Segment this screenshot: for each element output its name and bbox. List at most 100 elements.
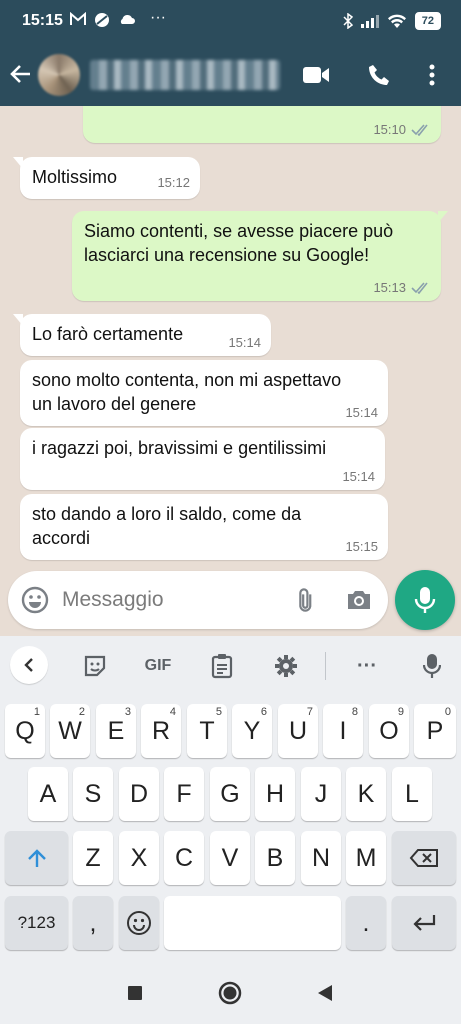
video-call-icon [303, 67, 329, 83]
key-hint: 3 [124, 706, 131, 718]
microphone-icon [423, 654, 441, 678]
key-k[interactable]: K [346, 767, 386, 821]
shift-arrow-icon [27, 849, 46, 867]
attach-button[interactable] [291, 585, 321, 615]
voice-input-button[interactable] [418, 646, 446, 686]
gear-icon [275, 655, 297, 677]
key-hint: 2 [78, 706, 85, 718]
key-u[interactable]: U7 [278, 704, 318, 758]
key-n[interactable]: N [301, 831, 341, 885]
message-time: 15:14 [228, 335, 261, 350]
message-time: 15:13 [373, 280, 406, 295]
key-z[interactable]: Z [73, 831, 113, 885]
message-time: 15:10 [373, 122, 406, 137]
key-w[interactable]: W2 [50, 704, 90, 758]
key-p[interactable]: P0 [414, 704, 456, 758]
key-t[interactable]: T5 [187, 704, 227, 758]
contact-name[interactable] [90, 60, 280, 90]
keyboard-settings-button[interactable] [271, 646, 301, 686]
key-q[interactable]: Q1 [5, 704, 45, 758]
camera-button[interactable] [344, 585, 374, 615]
message-list[interactable]: 15:10 Moltissimo 15:12 Siamo contenti, s… [0, 106, 461, 636]
video-call-button[interactable] [298, 58, 334, 92]
voice-record-button[interactable] [395, 570, 455, 630]
key-r[interactable]: R4 [141, 704, 181, 758]
key-label: E [107, 716, 125, 745]
message-meta: 15:14 [342, 470, 375, 484]
message-incoming[interactable]: sto dando a loro il saldo, come da accor… [20, 494, 388, 560]
key-f[interactable]: F [164, 767, 204, 821]
overflow-menu-button[interactable] [414, 58, 450, 92]
message-text: i ragazzi poi, bravissimi e gentilissimi [32, 438, 327, 458]
key-l[interactable]: L [392, 767, 432, 821]
enter-key[interactable] [392, 896, 456, 950]
emoji-key[interactable] [119, 896, 159, 950]
message-meta: 15:12 [157, 176, 190, 190]
clipboard-icon [211, 654, 233, 679]
key-s[interactable]: S [73, 767, 113, 821]
backspace-key[interactable] [392, 831, 456, 885]
signal-icon [360, 15, 379, 28]
sticker-button[interactable] [80, 646, 110, 686]
symbols-key[interactable]: ?123 [5, 896, 68, 950]
chat-header [0, 44, 461, 106]
message-incoming[interactable]: sono molto contenta, non mi aspettavo un… [20, 360, 388, 426]
key-hint: 6 [260, 706, 267, 718]
voice-call-button[interactable] [361, 58, 397, 92]
key-i[interactable]: I8 [323, 704, 363, 758]
key-label: I [339, 716, 347, 745]
period-key[interactable]: . [346, 896, 386, 950]
message-meta: 15:13 [373, 281, 431, 295]
key-label: O [379, 716, 399, 745]
back-button[interactable] [8, 58, 36, 90]
key-j[interactable]: J [301, 767, 341, 821]
battery-indicator: 72 [414, 12, 441, 30]
key-a[interactable]: A [28, 767, 68, 821]
message-outgoing[interactable]: Siamo contenti, se avesse piacere può la… [72, 211, 448, 301]
back-nav-button[interactable] [310, 978, 340, 1008]
bubble-tail [13, 157, 23, 169]
contact-avatar[interactable] [38, 54, 80, 96]
comma-key[interactable]: , [73, 896, 113, 950]
read-ticks-icon [411, 282, 428, 294]
chevron-left-icon [24, 658, 33, 672]
key-b[interactable]: B [255, 831, 295, 885]
message-outgoing[interactable]: 15:10 [83, 106, 441, 143]
key-y[interactable]: Y6 [232, 704, 272, 758]
key-e[interactable]: E3 [96, 704, 136, 758]
emoji-icon [127, 911, 151, 935]
key-c[interactable]: C [164, 831, 204, 885]
recents-button[interactable] [120, 978, 150, 1008]
spacebar[interactable] [164, 896, 341, 950]
key-v[interactable]: V [210, 831, 250, 885]
app-icon [95, 13, 109, 27]
key-hint: 7 [306, 706, 313, 718]
shift-key[interactable] [5, 831, 68, 885]
message-input[interactable] [62, 583, 282, 617]
key-hint: 9 [397, 706, 404, 718]
key-m[interactable]: M [346, 831, 386, 885]
message-incoming[interactable]: i ragazzi poi, bravissimi e gentilissimi… [20, 428, 385, 490]
gif-button[interactable]: GIF [140, 646, 176, 686]
key-h[interactable]: H [255, 767, 295, 821]
square-icon [128, 986, 142, 1000]
message-incoming[interactable]: Moltissimo 15:12 [13, 157, 200, 199]
message-incoming[interactable]: Lo farò certamente 15:14 [13, 314, 271, 356]
read-ticks-icon [411, 124, 428, 136]
triangle-back-icon [318, 985, 332, 1001]
key-x[interactable]: X [119, 831, 159, 885]
clipboard-button[interactable] [207, 646, 237, 686]
message-text: sono molto contenta, non mi aspettavo un… [32, 370, 342, 414]
camera-icon [348, 591, 370, 609]
key-hint: 0 [444, 706, 451, 718]
emoji-button[interactable] [20, 585, 50, 615]
sticker-icon [84, 655, 106, 677]
circle-icon [218, 981, 242, 1005]
key-d[interactable]: D [119, 767, 159, 821]
message-time: 15:15 [345, 539, 378, 554]
more-tools-button[interactable]: ··· [350, 646, 384, 686]
key-g[interactable]: G [210, 767, 250, 821]
home-button[interactable] [215, 978, 245, 1008]
key-o[interactable]: O9 [369, 704, 409, 758]
keyboard-collapse-button[interactable] [10, 646, 48, 684]
